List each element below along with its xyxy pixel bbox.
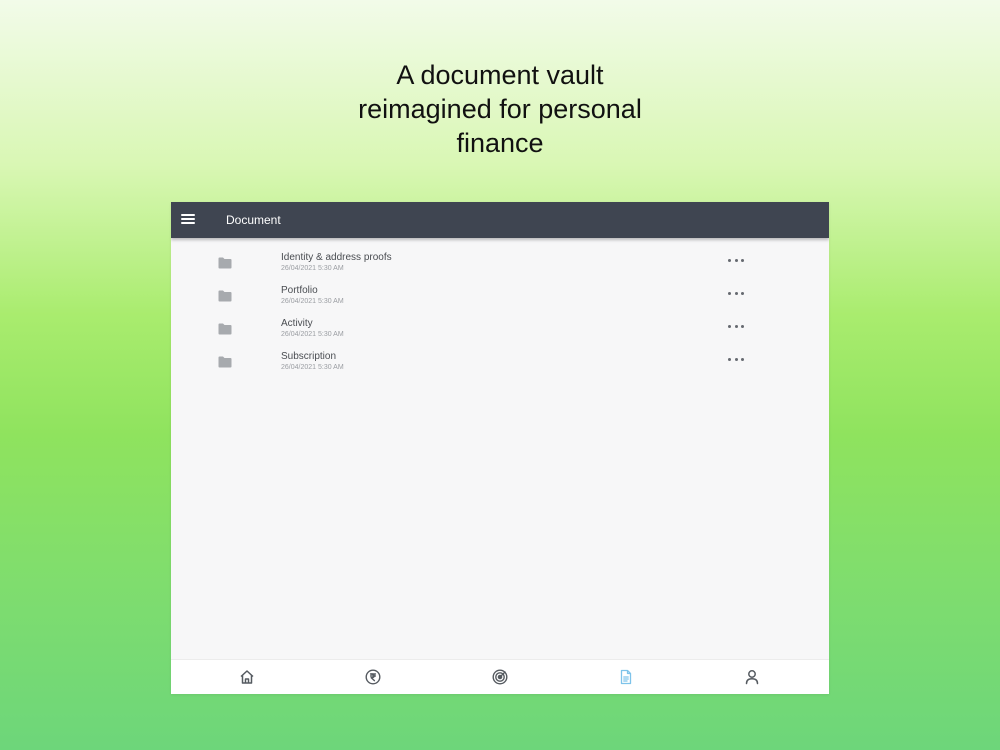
headline-line-1: A document vault: [396, 60, 604, 90]
bottom-navigation: [171, 659, 829, 694]
user-icon: [745, 670, 759, 685]
folder-row[interactable]: Identity & address proofs 26/04/2021 5:3…: [171, 252, 829, 285]
more-horizontal-icon: [728, 291, 731, 295]
nav-home-button[interactable]: [238, 668, 256, 686]
folder-row[interactable]: Activity 26/04/2021 5:30 AM: [171, 318, 829, 351]
folder-name: Subscription: [281, 351, 337, 362]
folder-date: 26/04/2021 5:30 AM: [281, 331, 344, 338]
more-horizontal-icon: [728, 258, 731, 262]
home-icon: [240, 670, 254, 684]
hamburger-menu-icon[interactable]: [181, 213, 195, 226]
page-title: Document: [226, 213, 281, 227]
folder-date: 26/04/2021 5:30 AM: [281, 364, 344, 371]
more-options-button[interactable]: [728, 354, 744, 364]
headline: A document vault reimagined for personal…: [300, 58, 700, 160]
more-options-button[interactable]: [728, 288, 744, 298]
app-screen: Document Identity & address proofs 26/04…: [171, 202, 829, 694]
more-options-button[interactable]: [728, 255, 744, 265]
nav-profile-button[interactable]: [743, 668, 761, 686]
folder-icon: [218, 356, 232, 368]
nav-documents-button[interactable]: [617, 668, 635, 686]
more-horizontal-icon: [728, 357, 731, 361]
folder-name: Identity & address proofs: [281, 252, 392, 263]
app-bar: Document: [171, 202, 829, 238]
folder-date: 26/04/2021 5:30 AM: [281, 265, 344, 272]
target-icon: [492, 669, 508, 685]
folder-date: 26/04/2021 5:30 AM: [281, 298, 344, 305]
more-horizontal-icon: [728, 324, 731, 328]
folder-icon: [218, 257, 232, 269]
folder-name: Activity: [281, 318, 313, 329]
document-icon: [620, 669, 632, 685]
nav-goals-button[interactable]: [491, 668, 509, 686]
folder-name: Portfolio: [281, 285, 318, 296]
rupee-icon: [365, 669, 381, 685]
folder-icon: [218, 290, 232, 302]
headline-line-2: reimagined for personal: [358, 94, 642, 124]
more-options-button[interactable]: [728, 321, 744, 331]
nav-investments-button[interactable]: [364, 668, 382, 686]
headline-line-3: finance: [456, 128, 544, 158]
folder-icon: [218, 323, 232, 335]
folder-row[interactable]: Subscription 26/04/2021 5:30 AM: [171, 351, 829, 384]
folder-row[interactable]: Portfolio 26/04/2021 5:30 AM: [171, 285, 829, 318]
folder-list: Identity & address proofs 26/04/2021 5:3…: [171, 252, 829, 384]
